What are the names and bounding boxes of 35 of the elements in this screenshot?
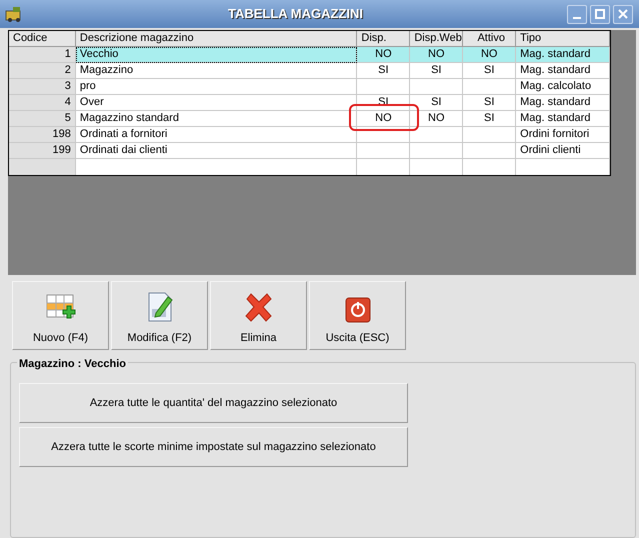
group-title: Magazzino : Vecchio xyxy=(17,356,128,372)
table-row[interactable]: 2 Magazzino SI SI SI Mag. standard xyxy=(9,63,610,79)
table-cell: Ordini clienti xyxy=(516,143,610,159)
table-cell: Ordinati dai clienti xyxy=(76,143,358,159)
table-row[interactable]: 3 pro Mag. calcolato xyxy=(9,79,610,95)
action-button[interactable]: Azzera tutte le quantita' del magazzino selezionato xyxy=(19,383,408,423)
row-header: 2 xyxy=(9,63,76,79)
table-row[interactable]: 198 Ordinati a fornitori Ordini fornitori xyxy=(9,127,610,143)
table-cell xyxy=(357,143,410,159)
close-icon xyxy=(618,9,628,19)
close-button[interactable] xyxy=(613,4,633,24)
power-icon xyxy=(344,296,370,322)
row-header: 4 xyxy=(9,95,76,111)
table-cell xyxy=(410,143,464,159)
minimize-button[interactable] xyxy=(567,4,587,24)
maximize-icon xyxy=(595,9,605,19)
window-title: TABELLA MAGAZZINI xyxy=(226,5,364,24)
row-header: 198 xyxy=(9,127,76,143)
row-header: 1 xyxy=(9,47,76,63)
toolbar-button[interactable]: Modifica (F2) xyxy=(111,281,208,350)
minimize-icon xyxy=(573,17,581,19)
table-row[interactable]: 1 Vecchio NO NO NO Mag. standard xyxy=(9,47,610,63)
action-button[interactable]: Azzera tutte le scorte minime impostate sul magazzino selezionato xyxy=(19,427,408,467)
table-row[interactable]: 5 Magazzino standard NO NO SI Mag. standard xyxy=(9,111,610,127)
toolbar-button[interactable]: Uscita (ESC) xyxy=(309,281,406,350)
maximize-button[interactable] xyxy=(590,4,610,24)
toolbar-button[interactable]: Nuovo (F4) xyxy=(12,281,109,350)
highlight-ring xyxy=(349,104,419,131)
row-header: 199 xyxy=(9,143,76,159)
delete-icon xyxy=(242,290,274,322)
row-header: 5 xyxy=(9,111,76,127)
table-row[interactable]: 199 Ordinati dai clienti Ordini clienti xyxy=(9,143,610,159)
row-header: 3 xyxy=(9,79,76,95)
table-cell xyxy=(463,143,516,159)
toolbar-button[interactable]: Elimina xyxy=(210,281,307,350)
